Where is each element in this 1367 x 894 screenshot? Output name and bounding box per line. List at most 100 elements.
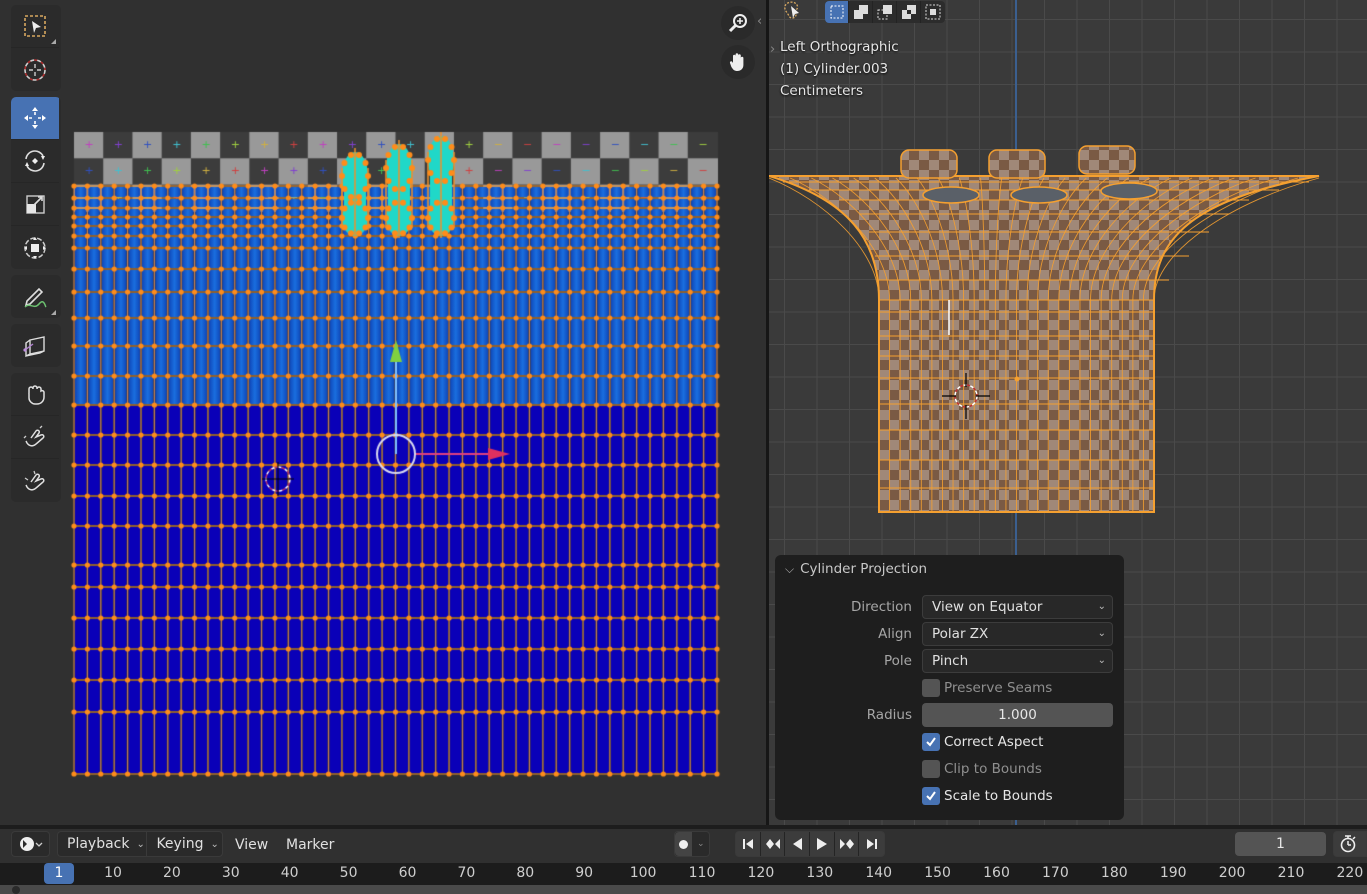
correct-aspect-checkbox[interactable]: Correct Aspect bbox=[922, 730, 1113, 754]
checkbox-box bbox=[922, 733, 940, 751]
checkbox-box bbox=[922, 787, 940, 805]
mesh-hole bbox=[922, 186, 980, 204]
ruler-tick: 140 bbox=[865, 865, 893, 881]
jump-next-keyframe-button[interactable] bbox=[835, 832, 860, 856]
3d-viewport[interactable]: › Left Orthographic (1) Cylinder.003 Cen… bbox=[769, 0, 1367, 825]
sidebar-toggle-arrow[interactable]: ‹ bbox=[757, 14, 762, 29]
tool-transform[interactable] bbox=[11, 226, 59, 269]
align-value: Polar ZX bbox=[932, 626, 989, 642]
scroll-handle[interactable] bbox=[12, 886, 20, 894]
jump-prev-keyframe-button[interactable] bbox=[761, 832, 786, 856]
cylinder-projection-panel: ⌵ Cylinder Projection Direction View on … bbox=[775, 555, 1124, 820]
ruler-tick: 170 bbox=[1042, 865, 1069, 881]
uv-editor[interactable]: ‹ bbox=[0, 0, 766, 825]
direction-label: Direction bbox=[851, 599, 912, 615]
ruler-tick: 160 bbox=[983, 865, 1010, 881]
marker-menu[interactable]: Marker bbox=[286, 833, 334, 857]
select-mode-extend[interactable] bbox=[849, 1, 873, 23]
tool-relax[interactable] bbox=[11, 416, 59, 459]
select-subtract-icon bbox=[877, 5, 892, 20]
ruler-tick: 100 bbox=[629, 865, 657, 881]
annotate-icon bbox=[24, 287, 47, 308]
select-mode-intersect[interactable] bbox=[921, 1, 945, 23]
chevron-down-icon: ⌄ bbox=[136, 838, 145, 850]
direction-dropdown[interactable]: View on Equator ⌄ bbox=[922, 595, 1113, 619]
panel-header[interactable]: ⌵ Cylinder Projection bbox=[775, 555, 1124, 583]
playback-controls bbox=[735, 831, 885, 857]
select-mode-difference[interactable] bbox=[897, 1, 921, 23]
select-tool-button[interactable] bbox=[781, 0, 805, 24]
tool-move[interactable] bbox=[11, 97, 59, 140]
zoom-view-button[interactable] bbox=[721, 6, 755, 40]
cursor-icon bbox=[24, 58, 46, 81]
checkmark-icon bbox=[926, 791, 936, 801]
pole-dropdown[interactable]: Pinch ⌄ bbox=[922, 649, 1113, 673]
view-menu[interactable]: View bbox=[235, 833, 268, 857]
tool-cursor[interactable] bbox=[11, 48, 59, 91]
pan-view-button[interactable] bbox=[721, 45, 755, 79]
ruler-tick: 130 bbox=[806, 865, 834, 881]
select-extend-icon bbox=[853, 5, 868, 19]
current-frame-indicator[interactable]: 1 bbox=[44, 863, 74, 884]
ruler-tick: 10 bbox=[104, 865, 122, 881]
auto-keying-toggle[interactable] bbox=[675, 832, 693, 856]
tool-annotate[interactable] bbox=[11, 275, 59, 318]
timeline-scrollbar[interactable] bbox=[0, 885, 1367, 894]
active-object-name: (1) Cylinder.003 bbox=[780, 61, 889, 77]
playback-timer-button[interactable] bbox=[1333, 831, 1367, 857]
stopwatch-icon bbox=[1340, 835, 1356, 853]
timeline-menu-group: Playback ⌄ Keying ⌄ bbox=[57, 831, 223, 857]
play-reverse-button[interactable] bbox=[785, 832, 811, 856]
timeline: Playback ⌄ Keying ⌄ View Marker ⌄ 1 10 20 30… bbox=[0, 825, 1367, 894]
tool-select-box[interactable] bbox=[11, 5, 59, 48]
tool-rotate[interactable] bbox=[11, 140, 59, 183]
tool-scale[interactable] bbox=[11, 183, 59, 226]
checkbox-box bbox=[922, 760, 940, 778]
panel-title: Cylinder Projection bbox=[800, 561, 928, 577]
grab-icon bbox=[28, 385, 45, 405]
ruler-tick: 90 bbox=[575, 865, 594, 881]
pole-value: Pinch bbox=[932, 653, 969, 669]
jump-to-end-button[interactable] bbox=[859, 832, 884, 856]
scale-to-bounds-checkbox[interactable]: Scale to Bounds bbox=[922, 784, 1113, 808]
play-button[interactable] bbox=[810, 832, 835, 856]
playback-label: Playback bbox=[67, 836, 130, 852]
play-icon bbox=[816, 838, 827, 850]
chevron-down-icon: ⌄ bbox=[1097, 628, 1106, 639]
chevron-down-icon: ⌄ bbox=[1097, 655, 1106, 666]
unit-system: Centimeters bbox=[780, 83, 863, 99]
clip-to-bounds-checkbox[interactable]: Clip to Bounds bbox=[922, 757, 1113, 781]
editor-type-button[interactable] bbox=[11, 831, 50, 857]
clock-editor-icon bbox=[19, 837, 42, 851]
mesh-body bbox=[769, 175, 1320, 513]
mesh-hole bbox=[1010, 186, 1068, 204]
mesh-knob bbox=[988, 149, 1046, 179]
tool-grab[interactable] bbox=[11, 373, 59, 416]
ruler-tick: 50 bbox=[339, 865, 358, 881]
frame-ruler[interactable]: 10 20 30 40 50 60 70 80 90 100 110 120 130 140 150 160 1… bbox=[0, 863, 1367, 885]
align-dropdown[interactable]: Polar ZX ⌄ bbox=[922, 622, 1113, 646]
ruler-tick: 80 bbox=[516, 865, 535, 881]
clip-to-bounds-label: Clip to Bounds bbox=[944, 761, 1042, 777]
tool-pinch[interactable] bbox=[11, 459, 59, 502]
playback-menu[interactable]: Playback ⌄ bbox=[58, 832, 148, 856]
object-origin bbox=[1014, 376, 1020, 382]
keying-label: Keying bbox=[156, 836, 204, 852]
align-label: Align bbox=[878, 626, 912, 642]
uv-mesh-canvas[interactable] bbox=[0, 0, 766, 825]
transform-icon bbox=[24, 236, 46, 259]
select-mode-subtract[interactable] bbox=[873, 1, 897, 23]
toolbar-toggle-arrow[interactable]: › bbox=[770, 42, 775, 57]
ruler-tick: 110 bbox=[688, 865, 716, 881]
tool-rip-region[interactable] bbox=[11, 324, 59, 367]
auto-keying-dropdown[interactable]: ⌄ bbox=[692, 832, 709, 856]
preserve-seams-checkbox[interactable]: Preserve Seams bbox=[922, 676, 1113, 700]
select-box-icon bbox=[24, 15, 46, 37]
blender-window: ‹ › Left Orthographic (1) Cylinder.003 C… bbox=[0, 0, 1367, 894]
current-frame-field[interactable]: 1 bbox=[1235, 832, 1326, 856]
jump-to-start-button[interactable] bbox=[736, 832, 761, 856]
select-mode-set[interactable] bbox=[825, 1, 849, 23]
radius-field[interactable]: 1.000 bbox=[922, 703, 1113, 727]
ruler-tick: 210 bbox=[1277, 865, 1305, 881]
keying-menu[interactable]: Keying ⌄ bbox=[147, 832, 222, 856]
